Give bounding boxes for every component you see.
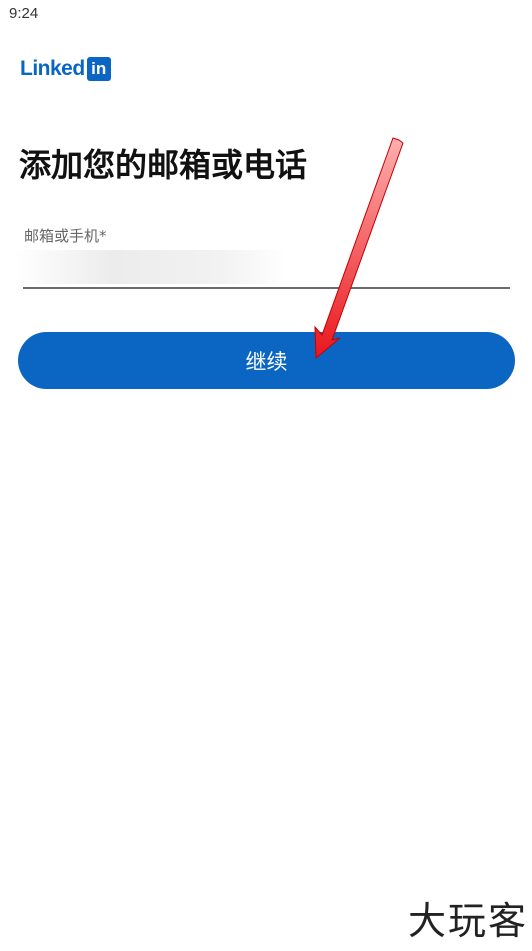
email-phone-input[interactable] [14,250,510,284]
linkedin-logo: Linked in [20,57,111,81]
continue-button[interactable]: 继续 [18,332,515,389]
logo-in-badge: in [86,57,111,81]
logo-wordmark: Linked [20,57,85,80]
email-phone-label: 邮箱或手机* [24,227,107,245]
status-bar-time: 9:24 [9,5,39,22]
page-title: 添加您的邮箱或电话 [19,146,308,184]
input-underline [23,287,510,289]
watermark-text: 大玩客 [407,899,528,943]
